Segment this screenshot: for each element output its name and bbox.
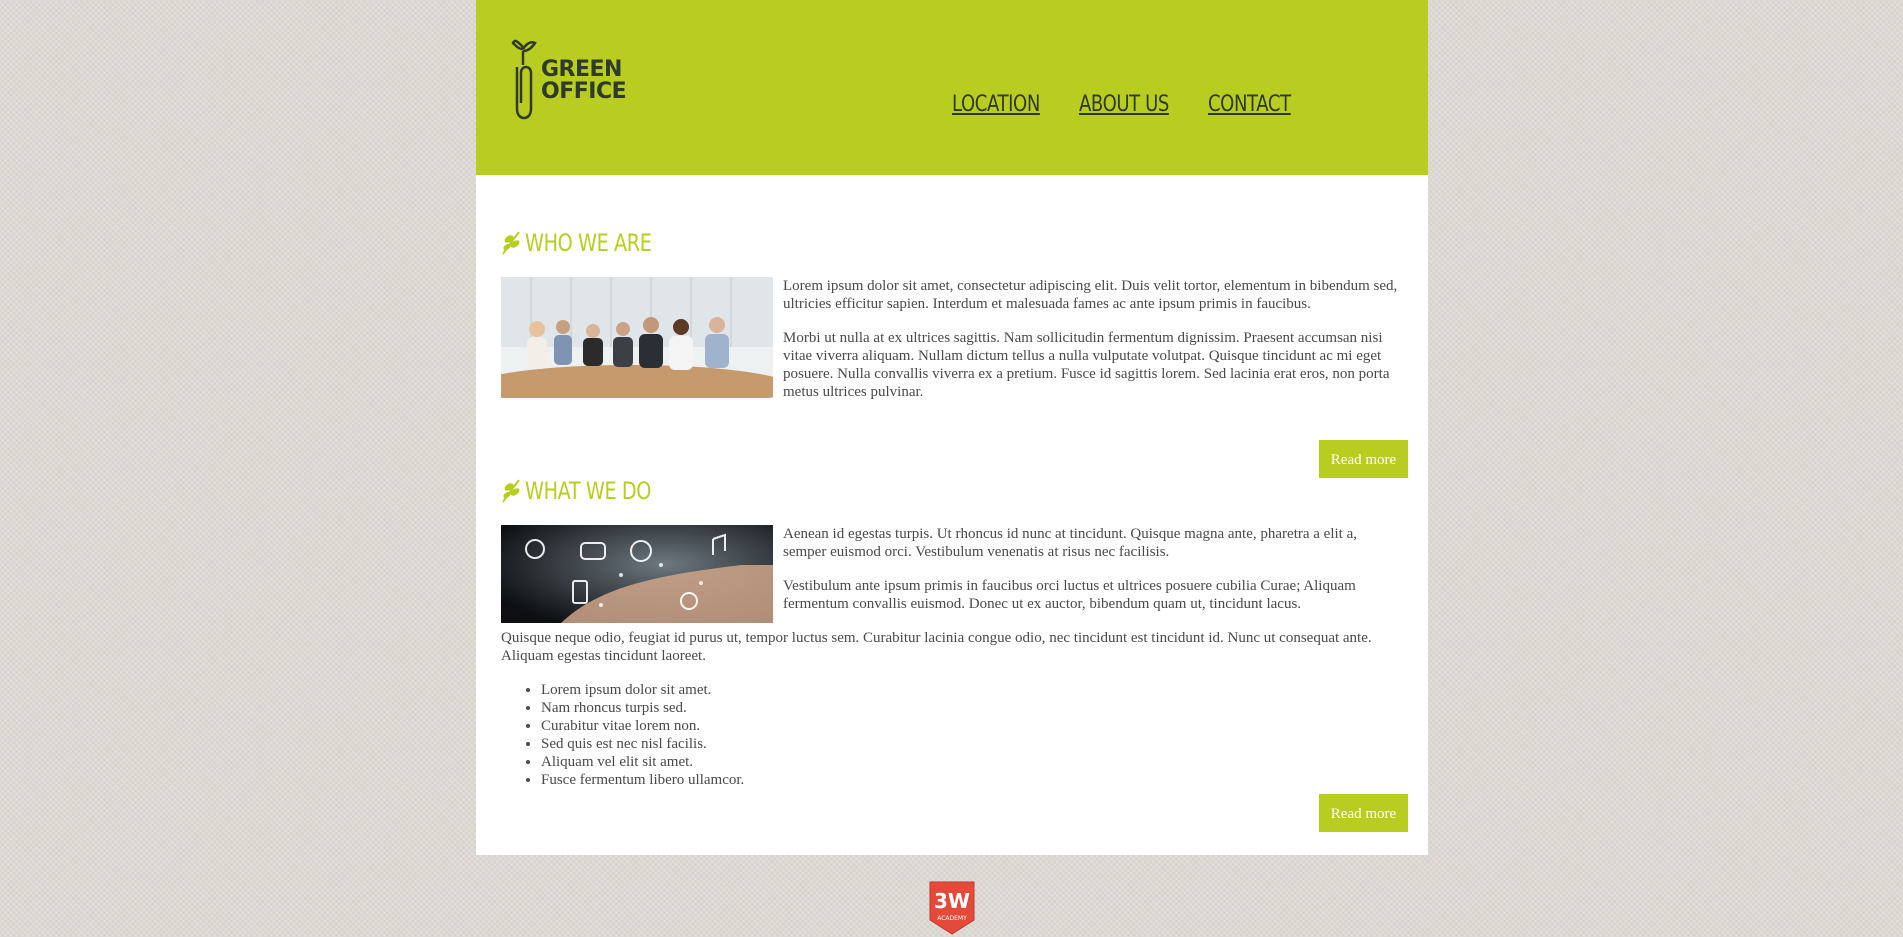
main-content: WHO WE ARE Lorem ipsum dolor sit amet, c… — [476, 175, 1428, 855]
list-item: Nam rhoncus turpis sed. — [541, 699, 1403, 717]
main-nav: LOCATION ABOUT US CONTACT — [952, 92, 1291, 117]
logo-line2: OFFICE — [541, 79, 627, 104]
section-title: WHAT WE DO — [525, 477, 652, 505]
section-who-we-are: WHO WE ARE Lorem ipsum dolor sit amet, c… — [501, 225, 1403, 417]
nav-contact[interactable]: CONTACT — [1208, 92, 1291, 117]
list-item: Lorem ipsum dolor sit amet. — [541, 681, 1403, 699]
section-what-we-do: WHAT WE DO Aenean id egestas turpis. Ut … — [501, 473, 1403, 789]
paragraph: Quisque neque odio, feugiat id purus ut,… — [501, 630, 1372, 664]
badge-text: 3W — [934, 889, 970, 913]
logo-line1: GREEN — [541, 57, 622, 82]
team-photo — [501, 277, 773, 398]
feature-list: Lorem ipsum dolor sit amet. Nam rhoncus … — [501, 681, 1403, 789]
technology-photo — [501, 525, 773, 623]
list-item: Aliquam vel elit sit amet. — [541, 753, 1403, 771]
header: GREEN OFFICE LOCATION ABOUT US CONTACT — [476, 0, 1428, 175]
section-body: Aenean id egestas turpis. Ut rhoncus id … — [501, 525, 1403, 681]
nav-location[interactable]: LOCATION — [952, 92, 1040, 117]
logo-text: GREEN OFFICE — [541, 57, 627, 104]
leaf-icon — [502, 479, 520, 503]
section-heading: WHO WE ARE — [501, 225, 1403, 261]
list-item: Sed quis est nec nisl facilis. — [541, 735, 1403, 753]
page: GREEN OFFICE LOCATION ABOUT US CONTACT W… — [476, 0, 1428, 855]
section-heading: WHAT WE DO — [501, 473, 1403, 509]
list-item: Curabitur vitae lorem non. — [541, 717, 1403, 735]
badge-subtext: ACADEMY — [937, 915, 967, 922]
list-item: Fusce fermentum libero ullamcor. — [541, 771, 1403, 789]
section-body: Lorem ipsum dolor sit amet, consectetur … — [501, 277, 1403, 417]
leaf-icon — [502, 231, 520, 255]
read-more-button[interactable]: Read more — [1319, 794, 1408, 832]
paperclip-leaf-icon — [511, 39, 537, 120]
logo[interactable]: GREEN OFFICE — [509, 37, 627, 125]
3w-academy-logo[interactable]: 3W ACADEMY — [928, 880, 976, 935]
section-title: WHO WE ARE — [525, 229, 652, 257]
nav-about-us[interactable]: ABOUT US — [1079, 92, 1169, 117]
